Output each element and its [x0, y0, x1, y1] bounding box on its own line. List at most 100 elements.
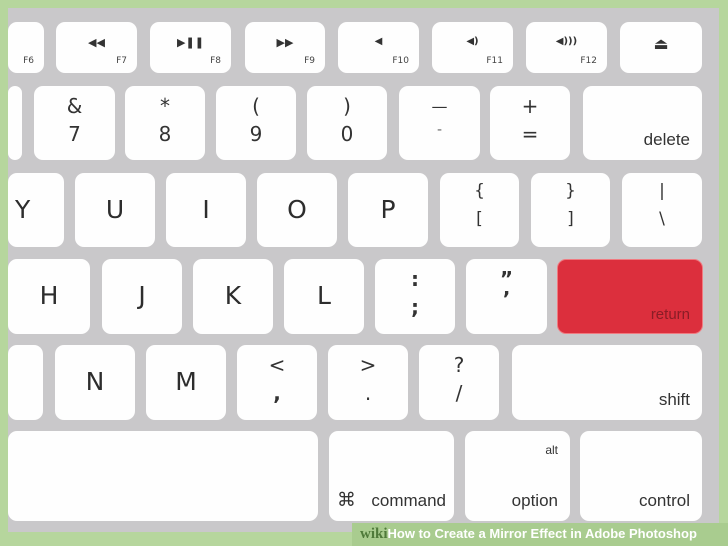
- key-slash[interactable]: ? /: [419, 345, 499, 420]
- wikihow-logo: wiki: [360, 526, 388, 542]
- key-top-label: |: [659, 181, 665, 201]
- key-top-label: *: [160, 94, 170, 118]
- key-y[interactable]: Y: [8, 173, 64, 247]
- key-9[interactable]: ( 9: [216, 86, 296, 160]
- key-label-delete: delete: [643, 130, 690, 149]
- key-bottom-label: 7: [68, 122, 81, 146]
- key-backslash[interactable]: | \: [622, 173, 702, 247]
- key-label-command: command: [371, 491, 446, 510]
- key-bottom-label: .: [364, 381, 372, 405]
- volume-down-icon: ◀): [466, 36, 479, 47]
- key-bottom-label: 9: [249, 122, 263, 146]
- eject-icon: ⏏: [653, 34, 669, 53]
- key-letter: P: [380, 195, 396, 224]
- key-bottom-label: \: [659, 209, 665, 229]
- key-top-label: +: [521, 94, 539, 118]
- key-top-label: (: [252, 94, 260, 118]
- key-top-label: :: [411, 267, 419, 291]
- key-bottom-label: ;: [411, 295, 419, 319]
- key-bottom-label: 8: [158, 122, 172, 146]
- key-top-label: }: [565, 181, 576, 201]
- key-8[interactable]: * 8: [125, 86, 205, 160]
- key-7[interactable]: & 7: [34, 86, 115, 160]
- key-f11[interactable]: ◀) F11: [432, 22, 513, 73]
- key-letter: N: [85, 367, 105, 396]
- key-label-f7: F7: [116, 56, 127, 66]
- key-option[interactable]: alt option: [465, 431, 570, 521]
- command-icon: ⌘: [337, 489, 356, 511]
- key-label-f8: F8: [210, 56, 221, 66]
- key-minus[interactable]: — -: [399, 86, 480, 160]
- caption-text: wikiHow to Create a Mirror Effect in Ado…: [360, 526, 697, 543]
- key-u[interactable]: U: [75, 173, 155, 247]
- key-k[interactable]: K: [193, 259, 273, 334]
- key-f9[interactable]: ▶▶ F9: [245, 22, 325, 73]
- key-top-label: <: [268, 353, 286, 377]
- key-letter: M: [175, 367, 197, 396]
- play-pause-icon: ▶❚❚: [177, 36, 204, 49]
- key-f12[interactable]: ◀))) F12: [526, 22, 607, 73]
- key-letter: Y: [15, 195, 31, 224]
- key-label-f9: F9: [304, 56, 315, 66]
- key-label-return: return: [650, 306, 690, 323]
- key-label-f11: F11: [486, 56, 503, 66]
- key-f6[interactable]: F6: [8, 22, 44, 73]
- key-top-label: —: [431, 97, 448, 116]
- key-equals[interactable]: + =: [490, 86, 570, 160]
- key-letter: K: [224, 281, 242, 310]
- fast-forward-icon: ▶▶: [276, 36, 294, 49]
- key-label-f6: F6: [23, 56, 34, 66]
- key-m[interactable]: M: [146, 345, 226, 420]
- caption-title: How to Create a Mirror Effect in Adobe P…: [387, 526, 697, 541]
- key-return[interactable]: return: [557, 259, 703, 334]
- key-top-label: &: [66, 94, 83, 118]
- key-space[interactable]: [8, 431, 318, 521]
- key-bottom-label: ’: [502, 287, 511, 311]
- key-command[interactable]: ⌘ command: [329, 431, 454, 521]
- volume-up-icon: ◀))): [555, 36, 578, 47]
- key-top-label: ?: [453, 353, 465, 377]
- key-label-control: control: [638, 491, 690, 510]
- key-letter: J: [138, 281, 146, 310]
- key-6-partial[interactable]: [8, 86, 22, 160]
- key-letter: O: [287, 195, 307, 224]
- key-bottom-label: [: [476, 209, 483, 229]
- caption-banner: wikiHow to Create a Mirror Effect in Ado…: [352, 523, 728, 546]
- key-letter: I: [202, 195, 210, 224]
- key-label-alt: alt: [545, 443, 558, 457]
- key-bottom-label: ,: [273, 381, 281, 405]
- key-comma[interactable]: < ,: [237, 345, 317, 420]
- key-j[interactable]: J: [102, 259, 182, 334]
- key-label-option: option: [511, 491, 558, 510]
- key-bottom-label: /: [455, 381, 463, 405]
- key-n[interactable]: N: [55, 345, 135, 420]
- key-f7[interactable]: ◀◀ F7: [56, 22, 137, 73]
- key-quote[interactable]: ” ’: [466, 259, 547, 334]
- key-label-shift: shift: [658, 390, 690, 409]
- key-bottom-label: 0: [340, 122, 354, 146]
- key-f8[interactable]: ▶❚❚ F8: [150, 22, 231, 73]
- key-top-label: >: [359, 353, 377, 377]
- key-right-bracket[interactable]: } ]: [531, 173, 610, 247]
- key-l[interactable]: L: [284, 259, 364, 334]
- key-i[interactable]: I: [166, 173, 246, 247]
- key-semicolon[interactable]: : ;: [375, 259, 455, 334]
- key-b-partial[interactable]: [8, 345, 43, 420]
- key-p[interactable]: P: [348, 173, 428, 247]
- key-h[interactable]: H: [8, 259, 90, 334]
- key-o[interactable]: O: [257, 173, 337, 247]
- key-f10[interactable]: ◀ F10: [338, 22, 419, 73]
- key-delete[interactable]: delete: [583, 86, 702, 160]
- key-0[interactable]: ) 0: [307, 86, 387, 160]
- key-left-bracket[interactable]: { [: [440, 173, 519, 247]
- key-letter: U: [105, 195, 125, 224]
- mute-icon: ◀: [374, 36, 383, 47]
- key-eject[interactable]: ⏏: [620, 22, 702, 73]
- key-control[interactable]: control: [580, 431, 702, 521]
- key-bottom-label: =: [521, 122, 539, 146]
- key-period[interactable]: > .: [328, 345, 408, 420]
- key-bottom-label: ]: [567, 209, 574, 229]
- key-bottom-label: -: [436, 122, 443, 138]
- key-top-label: ): [343, 94, 351, 118]
- key-shift[interactable]: shift: [512, 345, 702, 420]
